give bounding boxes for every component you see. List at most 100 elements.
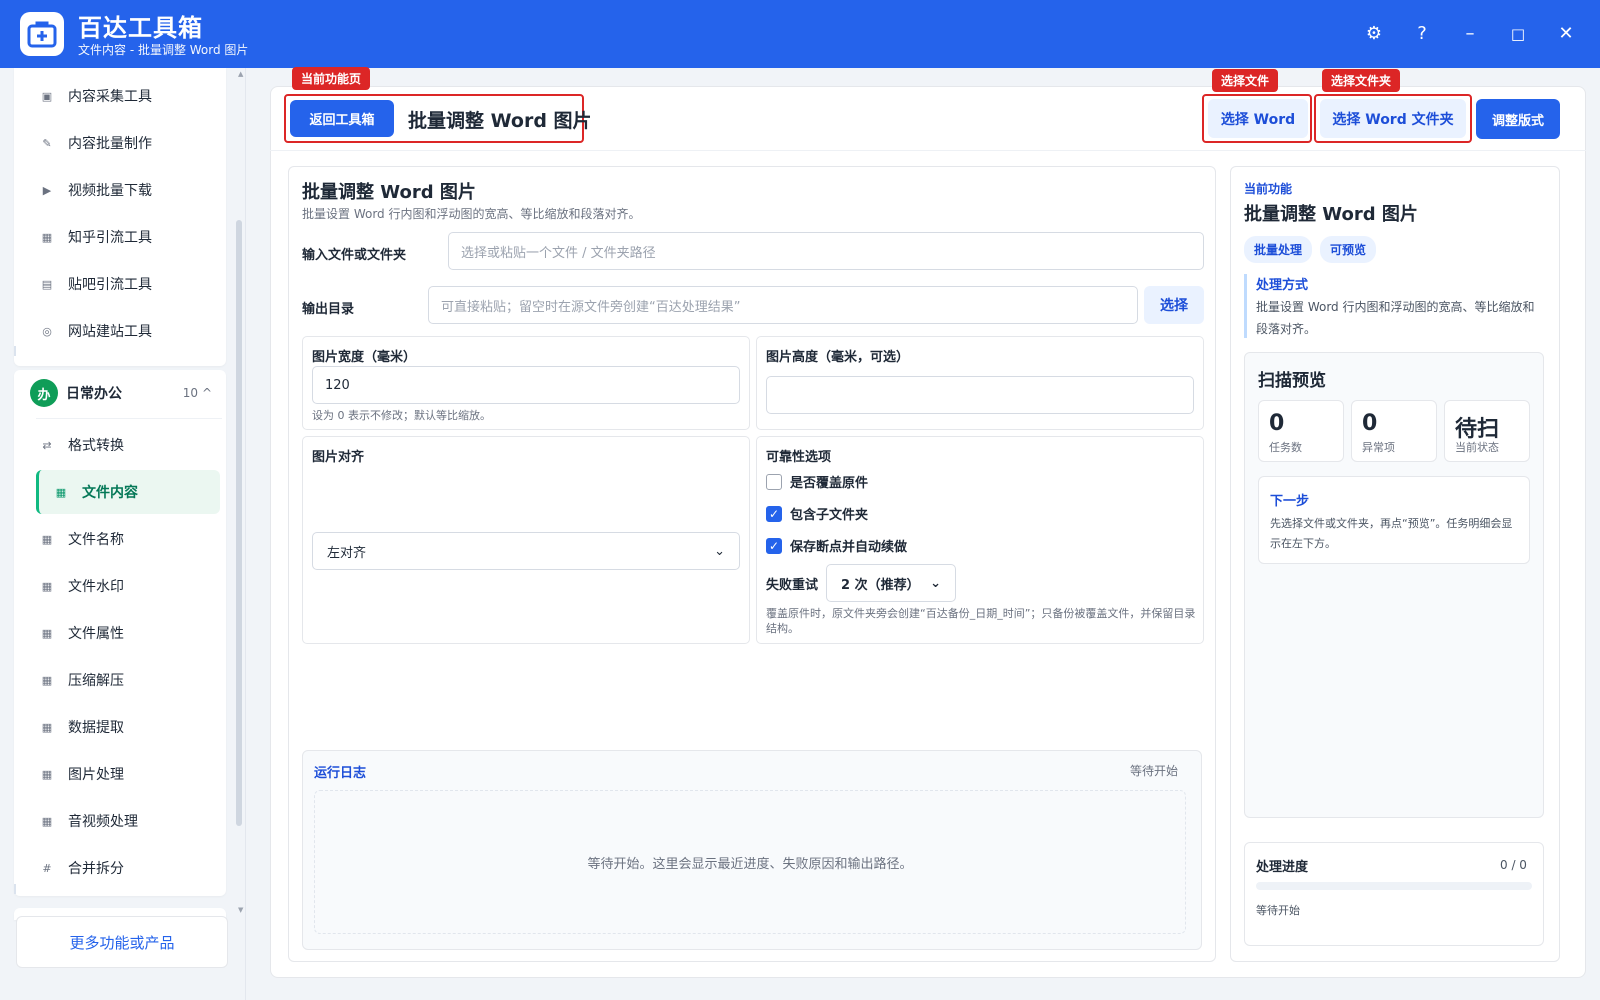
sidebar-item-label: 压缩解压 <box>68 673 124 689</box>
page-title: 批量调整 Word 图片 <box>408 110 592 132</box>
progress-status: 等待开始 <box>1256 904 1300 917</box>
align-select[interactable]: 左对齐 ⌄ <box>312 532 740 570</box>
minimize-icon[interactable]: – <box>1458 22 1482 46</box>
sidebar-item-label: 格式转换 <box>68 438 124 454</box>
more-features-button[interactable]: 更多功能或产品 <box>16 916 228 968</box>
height-input[interactable] <box>766 376 1194 414</box>
sidebar-item-label: 视频批量下载 <box>68 183 152 199</box>
sidebar-item-label: 合并拆分 <box>68 861 124 877</box>
grid-icon: ▦ <box>41 579 53 593</box>
sidebar-item-av-process[interactable]: ▦ 音视频处理 <box>22 799 200 843</box>
checkbox-unchecked-icon <box>766 473 782 490</box>
reliability-label: 可靠性选项 <box>766 450 832 465</box>
sidebar-item-format-convert[interactable]: ⇄ 格式转换 <box>22 423 200 467</box>
document-icon: ▣ <box>41 89 53 103</box>
sidebar-item-file-name[interactable]: ▦ 文件名称 <box>22 517 200 561</box>
stat-task-count: 0 任务数 <box>1258 400 1344 462</box>
sidebar-item-label: 文件水印 <box>68 579 124 595</box>
sidebar-item-website[interactable]: ◎ 网站建站工具 <box>22 309 200 353</box>
scan-preview-title: 扫描预览 <box>1258 371 1326 391</box>
stat-label: 异常项 <box>1362 441 1395 454</box>
sidebar-item-file-properties[interactable]: ▦ 文件属性 <box>22 611 200 655</box>
back-to-toolbox-button[interactable]: 返回工具箱 <box>290 100 394 137</box>
maximize-icon[interactable]: □ <box>1506 22 1530 46</box>
sidebar-group-office-header[interactable]: 办 日常办公 10 ^ <box>14 371 222 415</box>
chevron-down-icon: ⌄ <box>714 543 725 559</box>
output-dir-field[interactable]: 可直接粘贴；留空时在源文件旁创建“百达处理结果” <box>428 286 1138 324</box>
select-word-button[interactable]: 选择 Word <box>1208 99 1308 138</box>
sidebar-item-label: 内容采集工具 <box>68 89 152 105</box>
grid-icon: ▦ <box>41 767 53 781</box>
sidebar-scrollbar[interactable] <box>236 220 242 826</box>
video-icon: ▶ <box>42 183 52 197</box>
overwrite-checkbox[interactable]: 是否覆盖原件 <box>766 472 868 491</box>
stat-label: 当前状态 <box>1455 441 1499 454</box>
swap-icon: ⇄ <box>42 438 52 452</box>
input-path-field[interactable]: 选择或粘贴一个文件 / 文件夹路径 <box>448 232 1204 270</box>
scroll-down-arrow-icon[interactable]: ▼ <box>238 906 243 914</box>
progress-count: 0 / 0 <box>1500 858 1527 872</box>
grid-icon: ▦ <box>41 720 53 734</box>
sidebar-item-label: 文件名称 <box>68 532 124 548</box>
output-dir-label: 输出目录 <box>302 302 355 317</box>
title-bar: 百达工具箱 文件内容 - 批量调整 Word 图片 ⚙ ? – □ ✕ <box>0 0 1600 68</box>
stat-value: 0 <box>1269 411 1285 436</box>
grid-icon: ▦ <box>41 230 53 244</box>
sidebar-item-tieba[interactable]: ▤ 贴吧引流工具 <box>22 262 200 306</box>
width-hint: 设为 0 表示不修改；默认等比缩放。 <box>312 409 491 422</box>
sidebar-item-label: 数据提取 <box>68 720 124 736</box>
collapse-caret-icon[interactable]: ^ <box>202 386 212 400</box>
settings-gear-icon[interactable]: ⚙ <box>1362 22 1386 46</box>
method-description: 批量设置 Word 行内图和浮动图的宽高、等比缩放和段落对齐。 <box>1256 300 1535 336</box>
subfolders-checkbox[interactable]: ✓ 包含子文件夹 <box>766 504 868 523</box>
log-status: 等待开始 <box>1130 764 1179 778</box>
sidebar-item-content-batch[interactable]: ✎ 内容批量制作 <box>22 121 200 165</box>
sidebar-item-zhihu[interactable]: ▦ 知乎引流工具 <box>22 215 200 259</box>
annotation-current-page: 当前功能页 <box>292 67 371 90</box>
info-title: 批量调整 Word 图片 <box>1244 204 1418 225</box>
adjust-layout-button[interactable]: 调整版式 <box>1476 99 1560 139</box>
sidebar-item-file-content[interactable]: ▦ 文件内容 <box>36 470 220 514</box>
app-name: 百达工具箱 <box>78 14 203 42</box>
form-title: 批量调整 Word 图片 <box>302 182 476 203</box>
overwrite-label: 是否覆盖原件 <box>790 476 869 491</box>
sidebar-item-label: 贴吧引流工具 <box>68 277 152 293</box>
sidebar-item-merge-split[interactable]: # 合并拆分 <box>22 846 200 890</box>
subfolders-label: 包含子文件夹 <box>790 508 869 523</box>
resume-checkbox[interactable]: ✓ 保存断点并自动续做 <box>766 536 907 555</box>
group-line <box>14 346 16 356</box>
retry-select-value: 2 次（推荐） <box>841 577 920 593</box>
width-label: 图片宽度（毫米） <box>312 350 417 365</box>
scroll-up-arrow-icon[interactable]: ▲ <box>238 70 243 78</box>
close-icon[interactable]: ✕ <box>1554 22 1578 46</box>
chevron-down-icon: ⌄ <box>930 575 941 591</box>
sidebar-item-image-process[interactable]: ▦ 图片处理 <box>22 752 200 796</box>
retry-select[interactable]: 2 次（推荐） ⌄ <box>826 564 956 602</box>
chip-preview: 可预览 <box>1320 236 1377 263</box>
align-select-value: 左对齐 <box>327 545 367 561</box>
toolbox-logo-icon <box>20 12 64 56</box>
grid-icon: ▦ <box>41 532 53 546</box>
group-count: 10 <box>182 386 198 400</box>
align-label: 图片对齐 <box>312 450 365 465</box>
checkbox-checked-icon: ✓ <box>766 537 782 554</box>
sidebar-item-video-download[interactable]: ▶ 视频批量下载 <box>22 168 200 212</box>
sidebar-item-label: 文件属性 <box>68 626 124 642</box>
width-input[interactable]: 120 <box>312 366 740 404</box>
method-accent <box>1244 274 1247 338</box>
toolbar-divider <box>270 150 1586 151</box>
retry-label: 失败重试 <box>766 578 819 593</box>
sidebar-item-file-watermark[interactable]: ▦ 文件水印 <box>22 564 200 608</box>
log-empty-message: 等待开始。这里会显示最近进度、失败原因和输出路径。 <box>314 790 1186 934</box>
grid-icon: ▦ <box>55 485 67 499</box>
help-icon[interactable]: ? <box>1410 22 1434 46</box>
select-word-folder-button[interactable]: 选择 Word 文件夹 <box>1320 99 1466 138</box>
sidebar-item-compress[interactable]: ▦ 压缩解压 <box>22 658 200 702</box>
sidebar-item-data-extract[interactable]: ▦ 数据提取 <box>22 705 200 749</box>
output-select-button[interactable]: 选择 <box>1144 286 1204 324</box>
app-subtitle: 文件内容 - 批量调整 Word 图片 <box>78 43 249 57</box>
pen-icon: ✎ <box>42 136 52 150</box>
hash-icon: # <box>42 861 52 875</box>
sidebar-item-content-collect[interactable]: ▣ 内容采集工具 <box>22 74 200 118</box>
globe-icon: ◎ <box>42 324 52 338</box>
